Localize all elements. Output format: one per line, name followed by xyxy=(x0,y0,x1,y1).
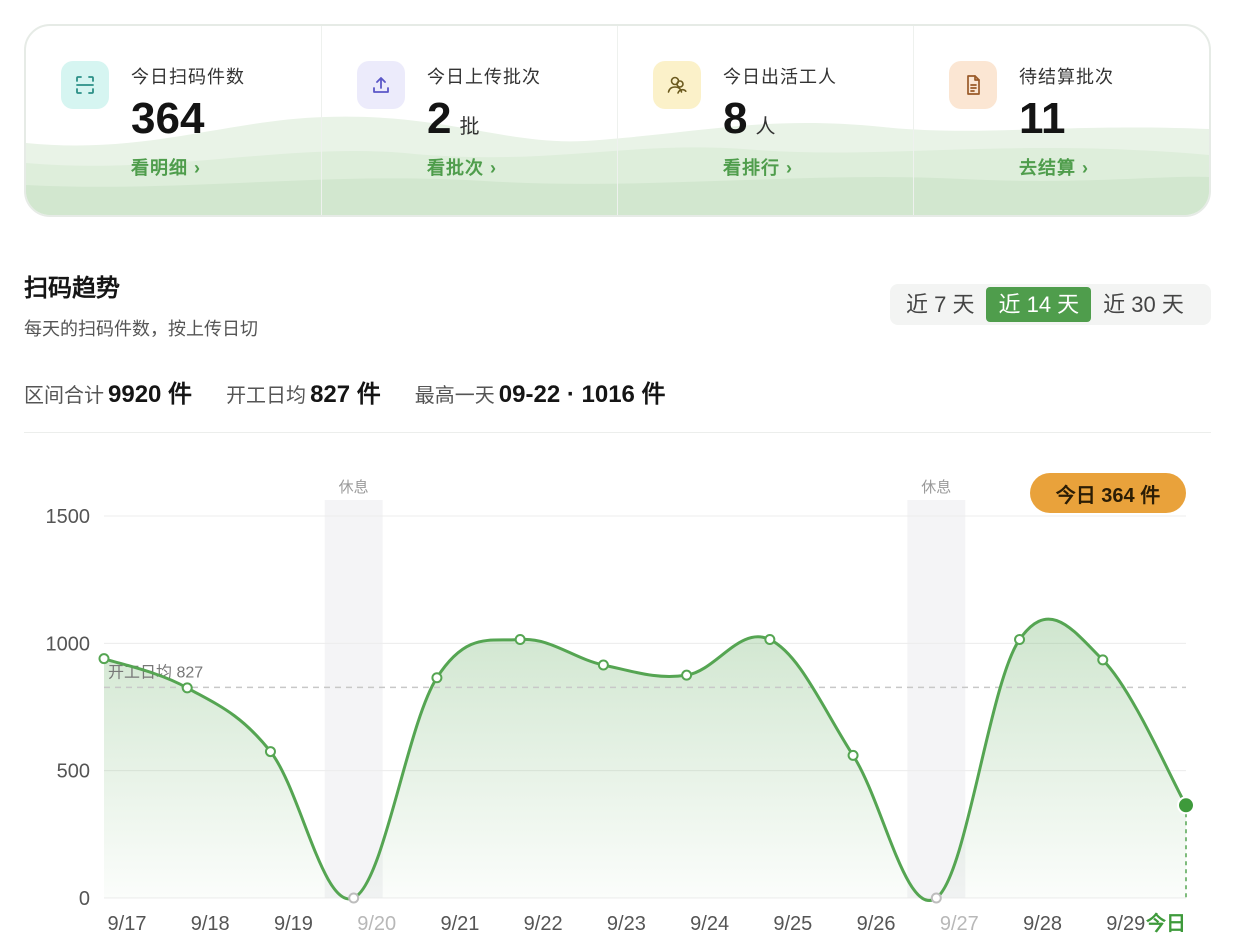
data-point xyxy=(847,749,859,761)
kpi-number: 11 xyxy=(1019,94,1066,143)
data-point xyxy=(348,892,360,904)
kpi-number: 2 xyxy=(427,94,452,143)
kpi-item: 待结算批次 11 去结算 › xyxy=(914,26,1209,215)
kpi-label: 待结算批次 xyxy=(1019,67,1114,87)
x-tick-label: 9/19 xyxy=(274,913,313,935)
kpi-number: 364 xyxy=(131,94,205,143)
data-point xyxy=(597,659,609,671)
y-tick-label: 1500 xyxy=(46,506,91,528)
data-point xyxy=(431,672,443,684)
x-tick-label: 9/18 xyxy=(191,913,230,935)
x-tick-label: 9/26 xyxy=(857,913,896,935)
stat-label: 区间合计 xyxy=(24,385,104,407)
kpi-unit: 批 xyxy=(459,116,480,138)
x-tick-label: 9/25 xyxy=(773,913,812,935)
x-tick-label: 9/17 xyxy=(108,913,147,935)
y-tick-label: 1000 xyxy=(46,633,91,655)
today-badge: 今日 364 件 xyxy=(1030,473,1186,513)
data-point xyxy=(681,669,693,681)
data-point xyxy=(181,682,193,694)
document-icon xyxy=(949,61,997,109)
kpi-label: 今日出活工人 xyxy=(723,67,837,87)
stat-item: 最高一天 09-22 · 1016 件 xyxy=(414,381,666,408)
stat-value: 9920 件 xyxy=(108,381,193,408)
data-point xyxy=(1097,654,1109,666)
kpi-link[interactable]: 看批次 › xyxy=(427,154,497,180)
x-tick-label: 9/24 xyxy=(690,913,729,935)
trend-stats: 区间合计 9920 件 开工日均 827 件 最高一天 09-22 · 1016 件 xyxy=(24,374,700,409)
x-tick-label: 9/22 xyxy=(524,913,563,935)
kpi-item: 今日出活工人 8人 看排行 › xyxy=(618,26,914,215)
kpi-item: 今日上传批次 2批 看批次 › xyxy=(322,26,618,215)
average-line-label: 开工日均 827 xyxy=(108,663,203,681)
stat-item: 区间合计 9920 件 xyxy=(24,381,192,408)
stat-item: 开工日均 827 件 xyxy=(226,381,381,408)
kpi-unit: 人 xyxy=(755,116,776,138)
data-point xyxy=(514,634,526,646)
stat-value: 827 件 xyxy=(310,381,381,408)
range-button[interactable]: 近 14 天 xyxy=(986,287,1092,322)
rest-day-label: 休息 xyxy=(339,479,369,496)
x-tick-label: 9/23 xyxy=(607,913,646,935)
kpi-value: 364 xyxy=(131,94,204,144)
data-point xyxy=(98,653,110,665)
trend-title: 扫码趋势 xyxy=(24,275,120,302)
y-tick-label: 500 xyxy=(57,761,90,783)
x-tick-label: 9/29 xyxy=(1106,913,1145,935)
range-toggle: 近 7 天近 14 天近 30 天 xyxy=(890,284,1211,325)
kpi-label: 今日上传批次 xyxy=(427,67,541,87)
rest-day-band xyxy=(907,500,966,898)
divider xyxy=(24,432,1211,433)
rest-day-band xyxy=(324,500,383,898)
x-tick-label: 9/21 xyxy=(440,913,479,935)
data-point xyxy=(264,746,276,758)
kpi-link[interactable]: 去结算 › xyxy=(1019,154,1089,180)
data-point xyxy=(764,634,776,646)
kpi-value: 8人 xyxy=(723,94,775,152)
today-point xyxy=(1177,796,1195,815)
kpi-value: 11 xyxy=(1019,94,1066,144)
range-button[interactable]: 近 7 天 xyxy=(894,287,986,322)
data-point xyxy=(1014,634,1026,646)
stat-label: 开工日均 xyxy=(226,385,307,407)
x-tick-label: 9/28 xyxy=(1023,913,1062,935)
x-tick-label: 9/27 xyxy=(940,913,979,935)
kpi-number: 8 xyxy=(723,94,748,143)
kpi-card: 今日扫码件数 364 看明细 › 今日上传批次 2批 看批次 › 今日出活工人 … xyxy=(24,24,1211,217)
scan-trend-chart: 休息 休息 0 500 1000 1500 开工日均 827 9/17 9/18 9/19 9/20… xyxy=(46,479,1195,935)
stat-label: 最高一天 xyxy=(414,385,495,407)
kpi-item: 今日扫码件数 364 看明细 › xyxy=(26,26,322,215)
trend-subtitle: 每天的扫码件数，按上传日切 xyxy=(24,319,258,339)
stat-value: 09-22 · 1016 件 xyxy=(498,381,666,408)
kpi-link[interactable]: 看排行 › xyxy=(723,154,793,180)
workers-icon xyxy=(653,61,701,109)
rest-day-label: 休息 xyxy=(921,479,951,496)
kpi-link[interactable]: 看明细 › xyxy=(131,154,201,180)
kpi-value: 2批 xyxy=(427,94,479,152)
kpi-label: 今日扫码件数 xyxy=(131,67,245,87)
x-tick-label: 9/20 xyxy=(357,913,396,935)
range-button[interactable]: 近 30 天 xyxy=(1091,287,1196,322)
series-area xyxy=(104,619,1186,901)
upload-icon xyxy=(357,61,405,109)
x-tick-label: 今日 xyxy=(1146,911,1186,935)
data-point xyxy=(930,892,942,904)
scan-icon xyxy=(61,61,109,109)
y-tick-label: 0 xyxy=(79,888,90,910)
